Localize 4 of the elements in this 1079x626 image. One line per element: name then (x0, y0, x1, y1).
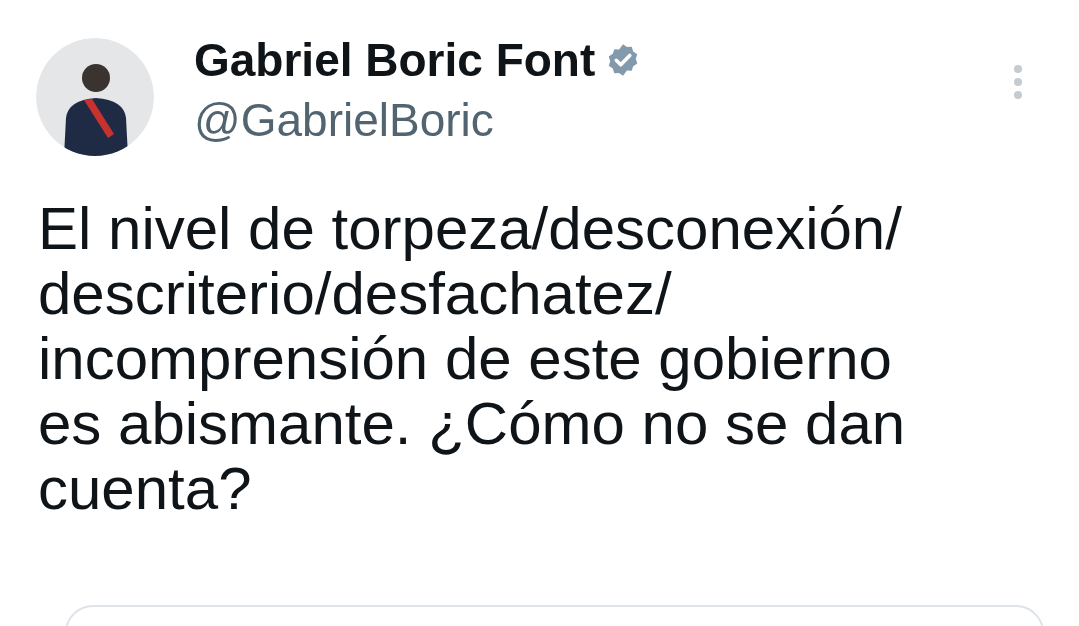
author-name[interactable]: Gabriel Boric Font (194, 34, 596, 86)
author-handle[interactable]: @GabrielBoric (194, 94, 642, 146)
tweet-text: El nivel de torpeza/desconexión/ descriterio/desfachatez/ incomprensión de este gobierno es abismante. ¿Cómo no se dan cuenta? (38, 196, 907, 521)
avatar[interactable] (36, 38, 154, 156)
